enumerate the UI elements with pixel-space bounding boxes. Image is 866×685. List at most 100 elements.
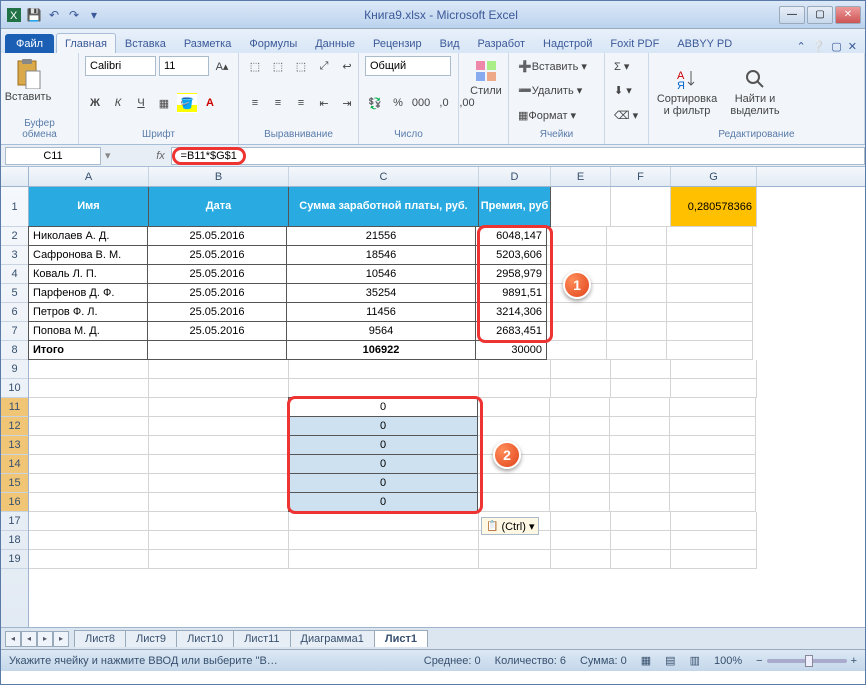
cell[interactable] xyxy=(670,493,756,512)
cell[interactable] xyxy=(479,360,551,379)
cell-G1[interactable]: 0,280578366 xyxy=(671,187,757,227)
cell[interactable] xyxy=(147,340,287,360)
cell[interactable]: 21556 xyxy=(286,226,476,246)
cell[interactable]: 2683,451 xyxy=(475,321,547,341)
col-header-C[interactable]: C xyxy=(289,167,479,186)
cell[interactable] xyxy=(289,531,479,550)
underline-button[interactable]: Ч xyxy=(131,93,151,113)
col-header-F[interactable]: F xyxy=(611,167,671,186)
align-bottom-icon[interactable]: ⬚ xyxy=(291,56,311,76)
cell[interactable] xyxy=(611,379,671,398)
cell[interactable] xyxy=(671,531,757,550)
cell[interactable] xyxy=(149,455,289,474)
zoom-slider[interactable]: − + xyxy=(756,655,857,667)
align-middle-icon[interactable]: ⬚ xyxy=(268,56,288,76)
cell[interactable] xyxy=(479,379,551,398)
find-select-button[interactable]: Найти и выделить xyxy=(723,55,787,129)
cell[interactable] xyxy=(550,455,610,474)
cell[interactable] xyxy=(29,474,149,493)
save-icon[interactable]: 💾 xyxy=(25,6,43,24)
cell[interactable] xyxy=(610,474,670,493)
italic-button[interactable]: К xyxy=(108,93,128,113)
row-header[interactable]: 13 xyxy=(1,436,28,455)
tab-addins[interactable]: Надстрой xyxy=(534,33,601,53)
cell[interactable] xyxy=(29,531,149,550)
cell[interactable] xyxy=(610,398,670,417)
styles-button[interactable]: Стили xyxy=(465,55,507,101)
align-right-icon[interactable]: ≡ xyxy=(291,93,311,113)
select-all-corner[interactable] xyxy=(1,167,29,186)
cell[interactable]: 35254 xyxy=(286,283,476,303)
cell[interactable] xyxy=(671,550,757,569)
cell[interactable] xyxy=(670,417,756,436)
cell[interactable]: 11456 xyxy=(286,302,476,322)
cell[interactable]: Сафронова В. М. xyxy=(28,245,148,265)
font-color-button[interactable]: A xyxy=(200,93,220,113)
cell[interactable] xyxy=(551,531,611,550)
cell[interactable]: 6048,147 xyxy=(475,226,547,246)
tab-developer[interactable]: Разработ xyxy=(469,33,534,53)
row-header[interactable]: 16 xyxy=(1,493,28,512)
zoom-out-icon[interactable]: − xyxy=(756,655,762,667)
cell[interactable] xyxy=(607,341,667,360)
cell[interactable]: Коваль Л. П. xyxy=(28,264,148,284)
tab-insert[interactable]: Вставка xyxy=(116,33,175,53)
cell[interactable] xyxy=(289,379,479,398)
header-cell[interactable]: Сумма заработной платы, руб. xyxy=(289,187,479,227)
cell[interactable] xyxy=(607,227,667,246)
cell[interactable]: 25.05.2016 xyxy=(147,283,287,303)
cell[interactable]: 0 xyxy=(288,454,478,474)
cell[interactable] xyxy=(607,284,667,303)
col-header-A[interactable]: A xyxy=(29,167,149,186)
cell[interactable] xyxy=(550,493,610,512)
wrap-text-icon[interactable]: ↩ xyxy=(337,56,357,76)
header-cell[interactable]: Имя xyxy=(29,187,149,227)
col-header-G[interactable]: G xyxy=(671,167,757,186)
row-header[interactable]: 11 xyxy=(1,398,28,417)
header-cell[interactable]: Премия, руб xyxy=(479,187,551,227)
sheet-nav-last[interactable]: ▸ xyxy=(53,631,69,647)
cell[interactable] xyxy=(547,303,607,322)
cell[interactable] xyxy=(551,360,611,379)
cell[interactable]: 0 xyxy=(288,435,478,455)
cell[interactable] xyxy=(29,398,149,417)
tab-layout[interactable]: Разметка xyxy=(175,33,241,53)
cell[interactable]: 18546 xyxy=(286,245,476,265)
cell[interactable] xyxy=(671,360,757,379)
cell[interactable] xyxy=(478,417,550,436)
bold-button[interactable]: Ж xyxy=(85,93,105,113)
cell[interactable] xyxy=(611,531,671,550)
cell[interactable]: 2958,979 xyxy=(475,264,547,284)
fill-color-button[interactable]: 🪣 xyxy=(177,93,197,113)
cell[interactable] xyxy=(670,398,756,417)
sheet-nav-next[interactable]: ▸ xyxy=(37,631,53,647)
cell[interactable]: 25.05.2016 xyxy=(147,226,287,246)
row-header[interactable]: 9 xyxy=(1,360,28,379)
align-top-icon[interactable]: ⬚ xyxy=(245,56,265,76)
decrease-indent-icon[interactable]: ⇤ xyxy=(314,93,334,113)
fill-icon[interactable]: ⬇ ▾ xyxy=(611,81,635,101)
cell[interactable] xyxy=(610,455,670,474)
tab-formulas[interactable]: Формулы xyxy=(240,33,306,53)
number-format-combo[interactable]: Общий xyxy=(365,56,451,76)
cell[interactable]: 9891,51 xyxy=(475,283,547,303)
cell[interactable] xyxy=(478,474,550,493)
row-header[interactable]: 15 xyxy=(1,474,28,493)
formula-bar[interactable]: =B11*$G$1 xyxy=(171,147,865,165)
col-header-B[interactable]: B xyxy=(149,167,289,186)
maximize-button[interactable]: ▢ xyxy=(807,6,833,24)
redo-icon[interactable]: ↷ xyxy=(65,6,83,24)
row-header[interactable]: 7 xyxy=(1,322,28,341)
cell[interactable]: 25.05.2016 xyxy=(147,264,287,284)
increase-indent-icon[interactable]: ⇥ xyxy=(337,93,357,113)
row-header[interactable]: 5 xyxy=(1,284,28,303)
border-button[interactable]: ▦ xyxy=(154,93,174,113)
cell[interactable] xyxy=(547,227,607,246)
row-header[interactable]: 10 xyxy=(1,379,28,398)
cell[interactable] xyxy=(29,417,149,436)
cell[interactable] xyxy=(611,512,671,531)
sheet-tab-active[interactable]: Лист1 xyxy=(374,630,428,647)
cell[interactable] xyxy=(547,341,607,360)
cell[interactable] xyxy=(667,341,753,360)
cell[interactable] xyxy=(671,379,757,398)
